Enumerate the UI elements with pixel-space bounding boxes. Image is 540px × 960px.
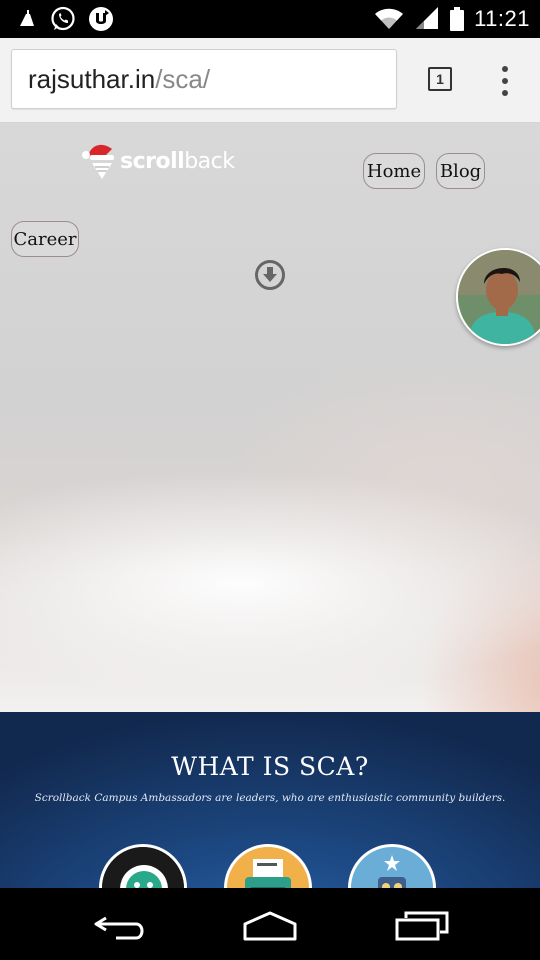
logo-wordmark: scrollback <box>120 148 235 174</box>
browser-toolbar: rajsuthar.in/sca/ 1 <box>0 38 540 123</box>
whatsapp-icon <box>51 6 75 31</box>
nav-blog-button[interactable]: Blog <box>436 153 485 189</box>
nav-career-button[interactable]: Career <box>11 221 79 257</box>
url-host: rajsuthar.in <box>28 63 156 94</box>
wifi-icon <box>375 8 404 29</box>
url-bar[interactable]: rajsuthar.in/sca/ <box>11 49 397 109</box>
utorrent-icon <box>89 7 113 31</box>
cell-signal-icon <box>416 7 439 29</box>
section-subtitle: Scrollback Campus Ambassadors are leader… <box>34 792 506 804</box>
recents-icon[interactable] <box>394 910 450 942</box>
status-bar: 11:21 <box>0 0 540 38</box>
typewriter-icon <box>224 844 312 888</box>
what-is-sca-section: WHAT IS SCA? Scrollback Campus Ambassado… <box>0 712 540 888</box>
battery-icon <box>450 7 465 31</box>
site-logo[interactable]: scrollback <box>82 141 235 181</box>
broom-notification-icon <box>20 10 34 26</box>
section-title: WHAT IS SCA? <box>171 752 369 781</box>
url-path: /sca/ <box>155 63 211 94</box>
home-icon[interactable] <box>242 910 298 942</box>
tabs-icon[interactable]: 1 <box>428 67 452 91</box>
profile-photo <box>458 250 540 344</box>
chat-bubble-icon <box>99 844 187 888</box>
santa-hat-logo-icon <box>82 144 114 179</box>
nav-home-button[interactable]: Home <box>363 153 425 189</box>
arrow-down-circle-icon[interactable] <box>254 259 286 291</box>
clock: 11:21 <box>474 6 530 31</box>
robot-icon <box>348 844 436 888</box>
hero-section: scrollback Home Blog Career <box>0 123 540 712</box>
overflow-menu-icon[interactable] <box>500 66 510 96</box>
system-navigation-bar <box>0 888 540 960</box>
avatar[interactable] <box>456 248 540 346</box>
back-icon[interactable] <box>92 912 148 942</box>
